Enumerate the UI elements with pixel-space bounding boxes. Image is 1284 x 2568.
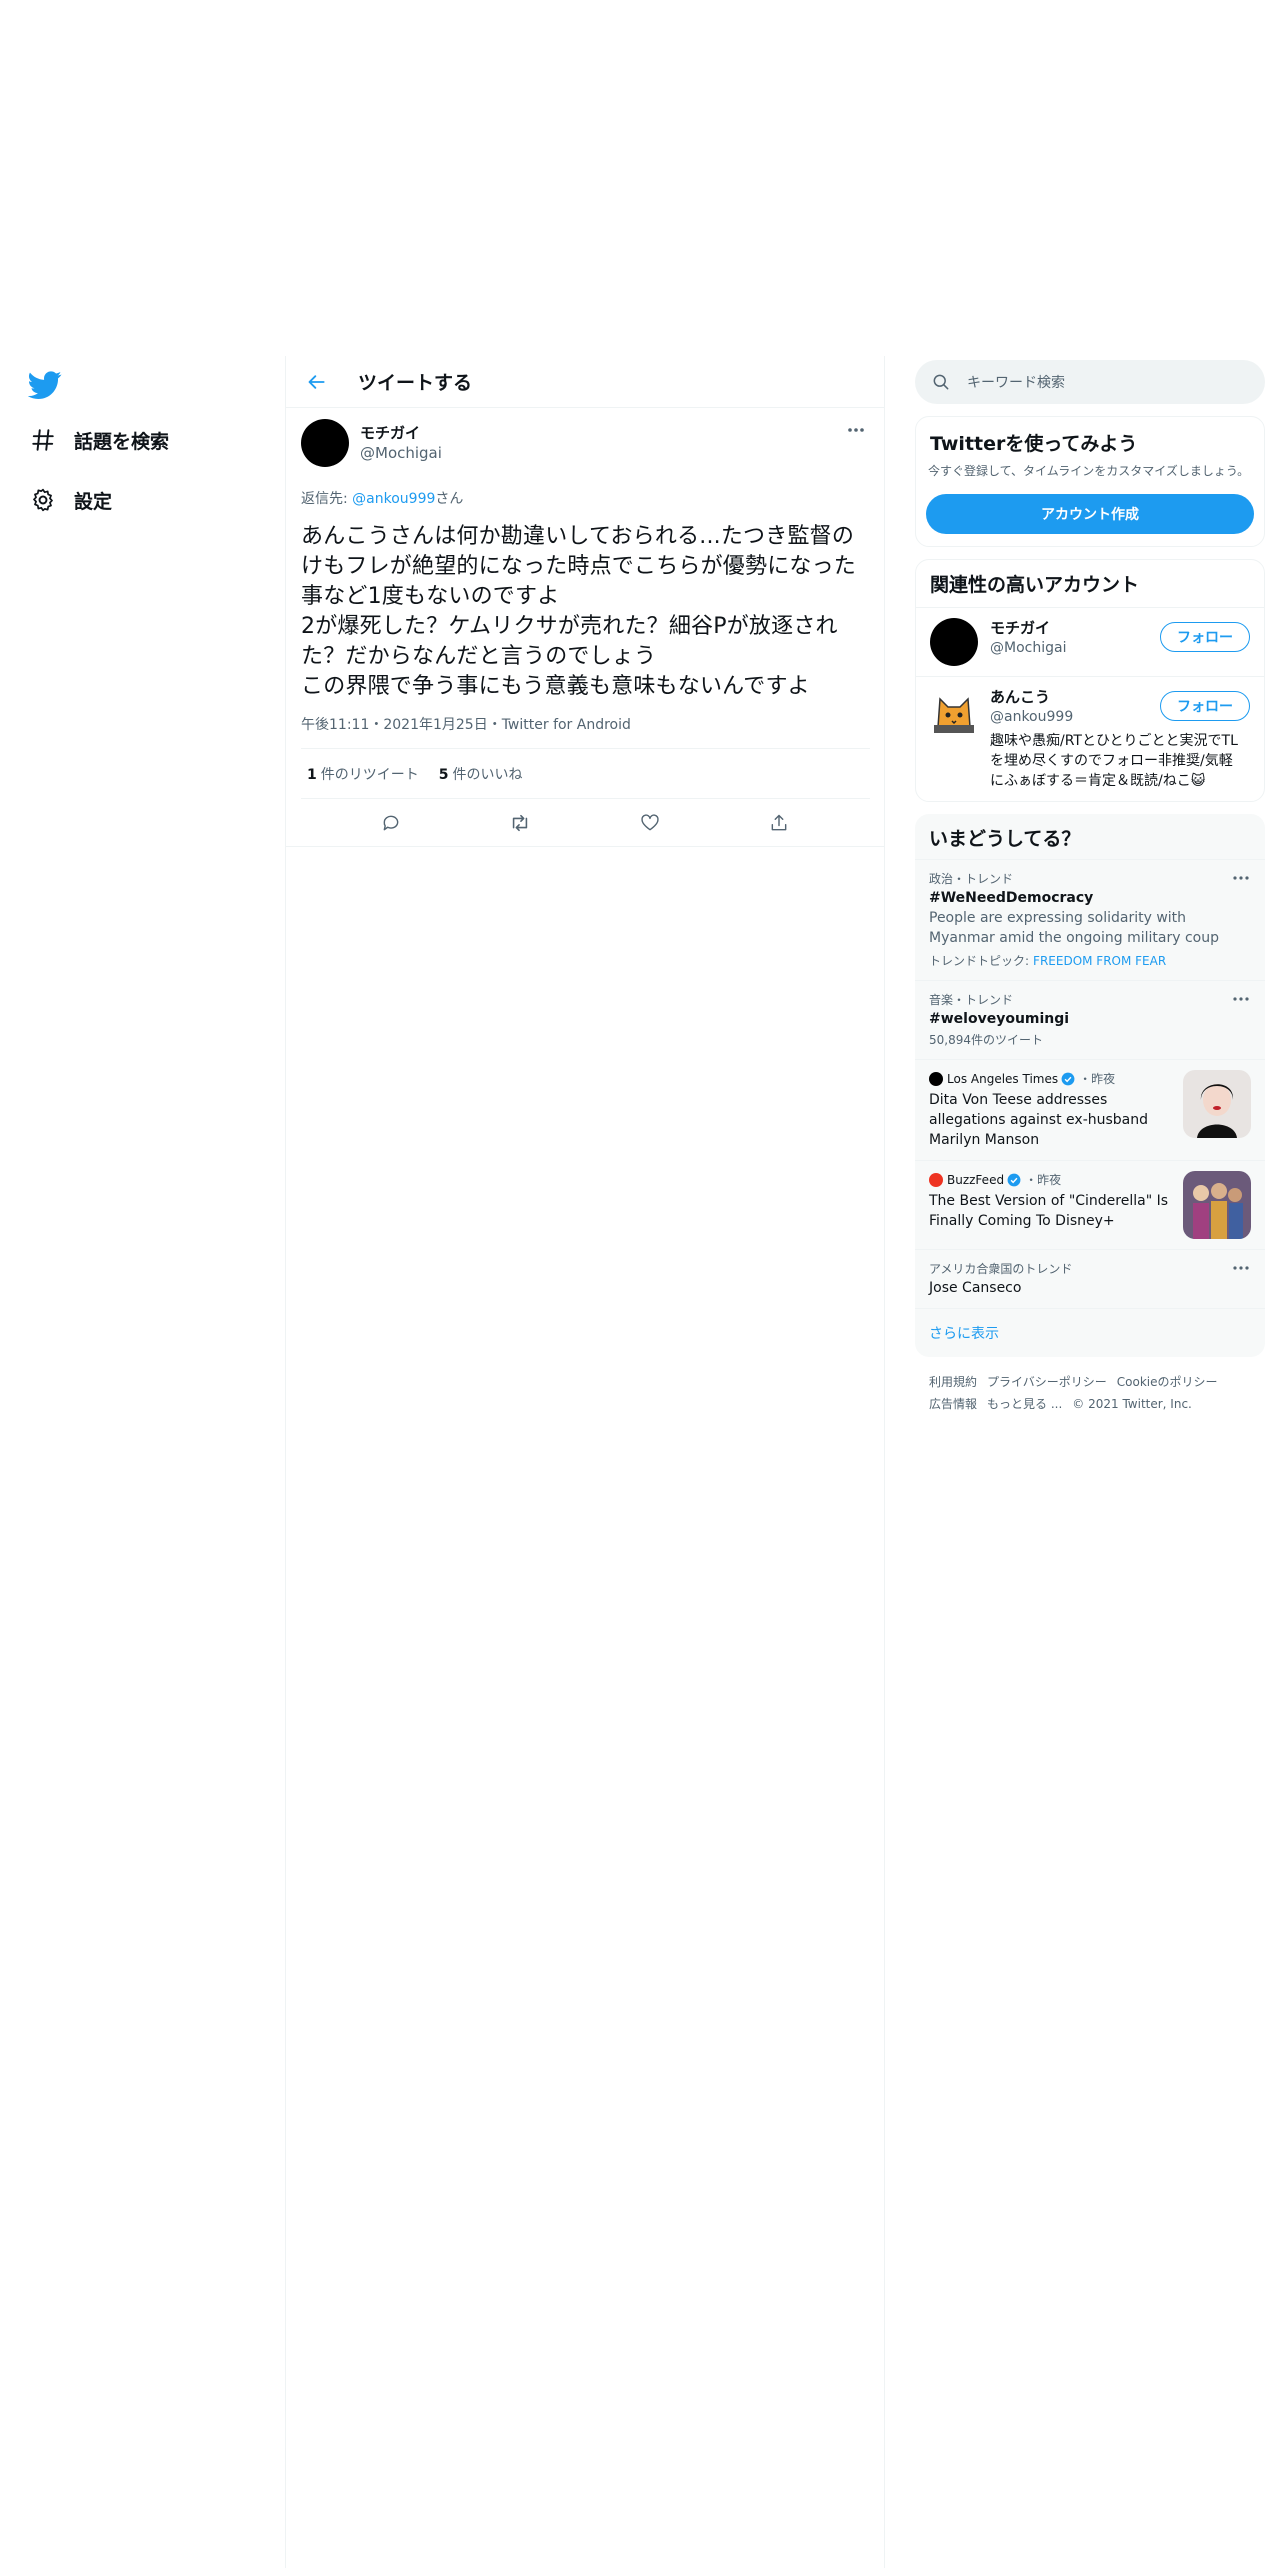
trend-description: People are expressing solidarity with My…	[929, 910, 1219, 946]
avatar[interactable]	[301, 419, 349, 467]
news-thumbnail[interactable]	[1183, 1171, 1251, 1239]
more-options-icon[interactable]	[1231, 993, 1251, 1005]
buzzfeed-logo-icon	[929, 1173, 943, 1187]
like-label: 件のいいね	[452, 766, 523, 783]
hashtag-icon	[28, 425, 58, 455]
nav-settings-label: 設定	[74, 490, 113, 513]
footer-link[interactable]: もっと見る ...	[987, 1397, 1062, 1411]
share-icon[interactable]	[761, 805, 797, 841]
trend-name: #weloveyoumingi	[929, 1011, 1070, 1027]
news-time: ・昨夜	[1079, 1072, 1116, 1086]
tweet-text: あんこうさんは何か勘違いしておられる...たつき監督のけもフレが絶望的になった時…	[301, 524, 857, 699]
more-options-icon[interactable]	[1231, 872, 1251, 884]
page: 話題を検索 設定 ツイートする モチガイ @Mochigai 返信先: @ank…	[0, 0, 1284, 2568]
news-source-name: Los Angeles Times	[947, 1072, 1059, 1086]
main-header: ツイートする	[286, 356, 884, 408]
follow-button[interactable]: フォロー	[1160, 622, 1250, 652]
tweet: モチガイ @Mochigai 返信先: @ankou999さん あんこうさんは何…	[286, 408, 884, 847]
more-options-icon[interactable]	[844, 422, 868, 438]
news-title: The Best Version of "Cinderella" Is Fina…	[929, 1193, 1169, 1229]
trend-name: #WeNeedDemocracy	[929, 890, 1094, 906]
search-input[interactable]: キーワード検索	[967, 372, 1065, 392]
related-accounts-title: 関連性の高いアカウント	[916, 560, 1264, 608]
news-item[interactable]: Los Angeles Times ・昨夜 Dita Von Teese add…	[915, 1059, 1265, 1160]
page-title: ツイートする	[358, 372, 473, 394]
trend-item[interactable]: 音楽・トレンド #weloveyoumingi 50,894件のツイート	[915, 980, 1265, 1059]
news-source: BuzzFeed ・昨夜	[929, 1171, 1175, 1189]
trends-card: いまどうしてる？ 政治・トレンド #WeNeedDemocracy People…	[915, 814, 1265, 1357]
author-name[interactable]: モチガイ	[360, 423, 442, 443]
related-account[interactable]: あんこう @ankou999 趣味や愚痴/RTとひとりごとと実況でTLを埋め尽く…	[916, 677, 1264, 801]
signup-card: Twitterを使ってみよう 今すぐ登録して、タイムラインをカスタマイズしましょ…	[915, 416, 1265, 547]
author-handle[interactable]: @Mochigai	[360, 443, 442, 463]
reply-suffix: さん	[435, 491, 464, 507]
tweet-author[interactable]: モチガイ @Mochigai	[301, 408, 870, 468]
reply-mention-link[interactable]: @ankou999	[352, 491, 435, 507]
like-stat[interactable]: 5 件のいいね	[439, 764, 523, 784]
nav-explore[interactable]: 話題を検索	[28, 420, 169, 460]
news-item[interactable]: BuzzFeed ・昨夜 The Best Version of "Cinder…	[915, 1160, 1265, 1249]
news-source: Los Angeles Times ・昨夜	[929, 1070, 1175, 1088]
latimes-logo-icon	[929, 1072, 943, 1086]
trend-topic-link[interactable]: FREEDOM FROM FEAR	[1033, 954, 1166, 968]
nav-settings[interactable]: 設定	[28, 480, 112, 520]
signup-description: 今すぐ登録して、タイムラインをカスタマイズしましょう。	[928, 464, 1250, 478]
tweet-stats: 1 件のリツイート 5 件のいいね	[301, 749, 870, 799]
reply-prefix: 返信先:	[301, 491, 353, 507]
like-icon[interactable]	[632, 805, 668, 841]
footer-link[interactable]: プライバシーポリシー	[987, 1375, 1107, 1389]
trend-category: アメリカ合衆国のトレンド	[929, 1262, 1073, 1276]
search-box[interactable]: キーワード検索	[915, 360, 1265, 404]
footer: 利用規約 プライバシーポリシー Cookieのポリシー 広告情報 もっと見る ... ©…	[915, 1371, 1265, 1415]
trend-item[interactable]: 政治・トレンド #WeNeedDemocracy People are expr…	[915, 859, 1265, 980]
tweet-meta[interactable]: 午後11:11・2021年1月25日・Twitter for Android	[301, 714, 870, 749]
nav-explore-label: 話題を検索	[74, 430, 170, 453]
signup-title: Twitterを使ってみよう	[930, 433, 1138, 455]
twitter-bird-icon[interactable]	[27, 368, 62, 402]
trend-tweet-count: 50,894件のツイート	[929, 1033, 1043, 1047]
trend-item[interactable]: アメリカ合衆国のトレンド Jose Canseco	[915, 1249, 1265, 1308]
gear-icon	[28, 485, 58, 515]
trend-name: Jose Canseco	[929, 1280, 1022, 1296]
trend-category: 音楽・トレンド	[929, 993, 1014, 1007]
retweet-icon[interactable]	[502, 805, 538, 841]
footer-link[interactable]: Cookieのポリシー	[1117, 1375, 1218, 1389]
create-account-button[interactable]: アカウント作成	[926, 494, 1254, 534]
trend-category: 政治・トレンド	[929, 872, 1014, 886]
more-options-icon[interactable]	[1231, 1262, 1251, 1274]
trend-topic: トレンドトピック: FREEDOM FROM FEAR	[929, 952, 1251, 970]
reply-icon[interactable]	[373, 805, 409, 841]
avatar[interactable]	[930, 687, 978, 735]
follow-button[interactable]: フォロー	[1160, 691, 1250, 721]
news-time: ・昨夜	[1025, 1173, 1062, 1187]
verified-badge-icon	[1061, 1072, 1075, 1086]
avatar[interactable]	[930, 618, 978, 666]
retweet-label: 件のリツイート	[320, 766, 419, 783]
account-bio: 趣味や愚痴/RTとひとりごとと実況でTLを埋め尽くすのでフォロー非推奨/気軽にふ…	[990, 733, 1238, 789]
show-more-link[interactable]: さらに表示	[915, 1308, 1265, 1357]
trends-title: いまどうしてる？	[929, 828, 1081, 850]
cat-avatar-icon	[934, 697, 974, 733]
related-account[interactable]: モチガイ @Mochigai フォロー	[916, 608, 1264, 677]
tweet-actions	[286, 799, 884, 847]
footer-copyright: © 2021 Twitter, Inc.	[1072, 1397, 1192, 1411]
news-source-name: BuzzFeed	[947, 1173, 1005, 1187]
arrow-left-icon[interactable]	[300, 365, 334, 399]
news-thumbnail[interactable]	[1183, 1070, 1251, 1138]
verified-badge-icon	[1007, 1173, 1021, 1187]
right-sidebar: キーワード検索 Twitterを使ってみよう 今すぐ登録して、タイムラインをカス…	[915, 360, 1265, 1415]
main-column: ツイートする モチガイ @Mochigai 返信先: @ankou999さん あ…	[285, 356, 885, 2568]
retweet-stat[interactable]: 1 件のリツイート	[307, 764, 419, 784]
trend-topic-label: トレンドトピック:	[929, 954, 1030, 968]
reply-to: 返信先: @ankou999さん	[301, 488, 870, 508]
like-count: 5	[438, 766, 449, 783]
author-names: モチガイ @Mochigai	[360, 423, 442, 463]
footer-link[interactable]: 広告情報	[929, 1397, 977, 1411]
footer-link[interactable]: 利用規約	[929, 1375, 977, 1389]
news-title: Dita Von Teese addresses allegations aga…	[929, 1092, 1149, 1148]
retweet-count: 1	[307, 766, 317, 783]
related-accounts-card: 関連性の高いアカウント モチガイ @Mochigai フォロー あんこう @an…	[915, 559, 1265, 802]
search-icon	[931, 372, 951, 392]
